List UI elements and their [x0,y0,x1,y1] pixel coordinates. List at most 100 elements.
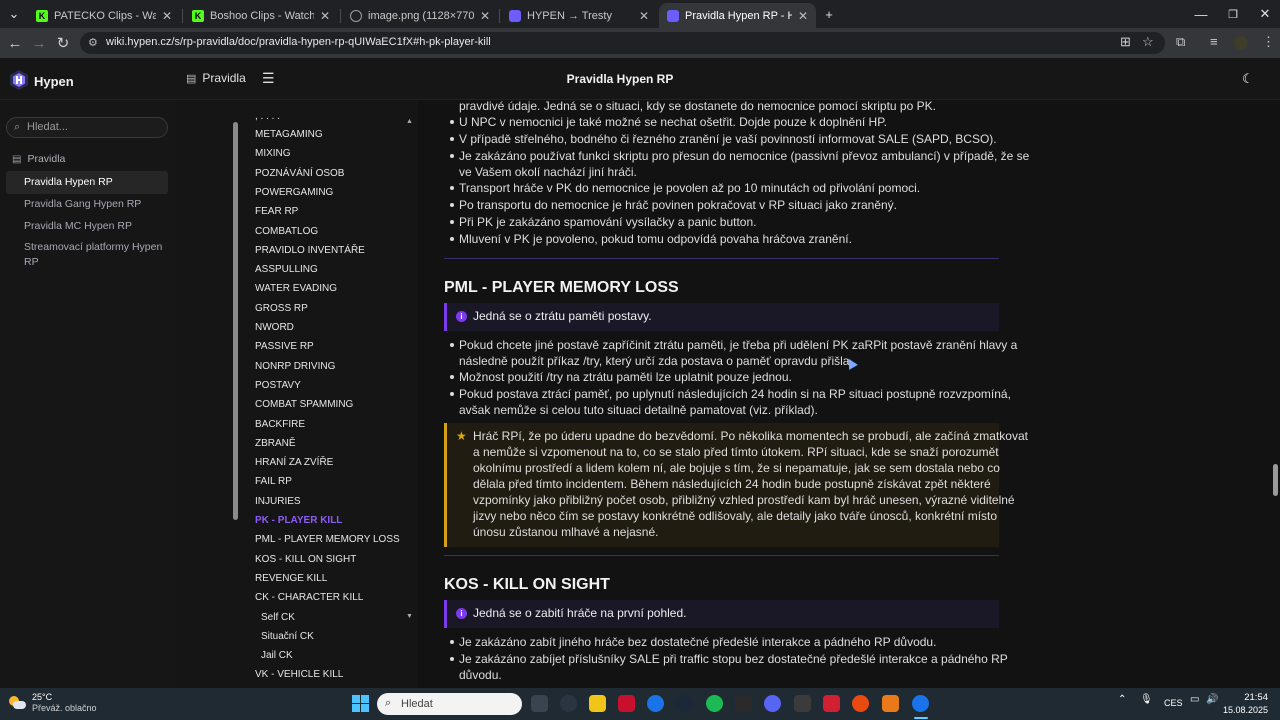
spotify-icon[interactable] [706,695,723,712]
scroll-down-icon[interactable]: ▼ [406,613,413,620]
back-button[interactable]: ← [4,33,26,53]
toc-item[interactable]: KOS - KILL ON SIGHT [255,554,356,565]
toc-item-fragment[interactable]: , . . . . [255,111,280,122]
start-button[interactable] [352,695,369,712]
toc-item[interactable]: Jail CK [261,650,293,661]
page-scrollbar-thumb[interactable] [1273,464,1278,496]
toc-item[interactable]: BACKFIRE [255,419,305,430]
app-orange-icon[interactable] [882,695,899,712]
toc-item[interactable]: ASSPULLING [255,264,318,275]
toc-item[interactable]: PRAVIDLO INVENTÁŘE [255,245,365,256]
toc-item[interactable]: NONRP DRIVING [255,361,335,372]
tab-separator [182,9,183,23]
browser-menu-icon[interactable]: ⋮ [1262,34,1275,50]
network-icon[interactable]: ▭ [1190,694,1199,705]
address-bar[interactable]: ⚙ wiki.hypen.cz/s/rp-pravidla/doc/pravid… [80,32,1165,54]
toc-item[interactable]: HRANÍ ZA ZVÍŘE [255,457,333,468]
file-explorer-icon[interactable] [589,695,606,712]
sidebar-item-pravidla-gang[interactable]: Pravidla Gang Hypen RP [6,193,168,216]
tray-chevron-icon[interactable]: ⌃ [1118,694,1126,705]
toc-item[interactable]: PASSIVE RP [255,341,314,352]
toc-item[interactable]: FAIL RP [255,476,292,487]
sidebar-item-pravidla-mc[interactable]: Pravidla MC Hypen RP [6,215,168,238]
collection-link[interactable]: ▤ Pravidla [186,71,246,85]
sidebar-root-pravidla[interactable]: ▤ Pravidla [12,153,65,165]
taskbar-search[interactable]: ⌕ Hledat [377,693,522,715]
browser-tab-boshoo[interactable]: K Boshoo Clips - Watch Live on K ✕ [184,3,338,28]
bookmark-star-icon[interactable]: ☆ [1142,34,1154,50]
extensions-icon[interactable]: ⧉ [1176,34,1185,50]
site-info-icon[interactable]: ⚙ [88,36,98,49]
profile-avatar[interactable] [1234,36,1248,50]
epic-icon[interactable] [735,695,752,712]
system-clock[interactable]: 21:54 15.08.2025 [1222,692,1268,716]
toc-item[interactable]: PML - PLAYER MEMORY LOSS [255,534,400,545]
close-tab-icon[interactable]: ✕ [798,9,808,23]
example-line: vzpomínky jako přibližný počet osob, při… [473,493,1015,507]
toc-item[interactable]: Self CK [261,612,295,623]
toc-item[interactable]: VK - VEHICLE KILL [255,669,343,680]
close-tab-icon[interactable]: ✕ [639,9,649,23]
sidebar-item-streamovaci[interactable]: Streamovací platformy Hypen RP [6,236,168,274]
chrome-icon[interactable] [647,695,664,712]
close-tab-icon[interactable]: ✕ [162,9,172,23]
browser-tab-image[interactable]: image.png (1128×770) ✕ [342,3,498,28]
minimize-button[interactable]: — [1186,4,1216,24]
translate-icon[interactable]: ⊞ [1120,34,1131,50]
toc-item[interactable]: COMBATLOG [255,226,318,237]
menu-toggle-icon[interactable]: ☰ [262,70,275,87]
toc-item[interactable]: METAGAMING [255,129,323,140]
toc-item[interactable]: MIXING [255,148,291,159]
task-view-icon[interactable] [531,695,548,712]
discord-icon[interactable] [764,695,781,712]
new-tab-button[interactable]: + [814,4,844,24]
weather-widget[interactable]: 25°C Převáž. oblačno [8,692,97,714]
steam-icon[interactable] [676,695,693,712]
app-icon[interactable] [560,695,577,712]
browser-tab-patecko[interactable]: K PATECKO Clips - Watch Live on ✕ [28,3,180,28]
app-red-icon[interactable] [823,695,840,712]
toc-scrollbar[interactable]: ▲ ▼ [406,118,414,623]
toc-item[interactable]: CK - CHARACTER KILL [255,592,363,603]
microphone-icon[interactable]: 🎙 [1140,694,1153,705]
close-window-button[interactable]: ✕ [1250,4,1280,24]
app-red-icon[interactable] [618,695,635,712]
toc-item[interactable]: FEAR RP [255,206,298,217]
browser-tab-pravidla[interactable]: Pravidla Hypen RP - Hypen ✕ [659,3,816,28]
toc-item[interactable]: INJURIES [255,496,301,507]
toc-item[interactable]: POSTAVY [255,380,301,391]
toc-scrollbar-thumb[interactable] [233,122,238,520]
volume-icon[interactable]: 🔊 [1206,694,1218,705]
tab-search-icon[interactable]: ⌄ [2,4,26,24]
toc-item[interactable]: REVENGE KILL [255,573,327,584]
reload-button[interactable]: ↻ [52,33,74,53]
toc-item[interactable]: WATER EVADING [255,283,337,294]
toc-item[interactable]: NWORD [255,322,294,333]
toc-item[interactable]: PK - PLAYER KILL [255,515,342,526]
browser-tab-tresty[interactable]: HYPEN → Tresty ✕ [501,3,657,28]
bullet [450,392,454,396]
brand-name[interactable]: Hypen [34,74,74,89]
app-icon[interactable] [794,695,811,712]
toc-item[interactable]: POWERGAMING [255,187,333,198]
restore-button[interactable]: ❐ [1218,4,1248,24]
forward-button[interactable]: → [28,33,50,53]
toc-item[interactable]: Situační CK [261,631,314,642]
toc-item[interactable]: COMBAT SPAMMING [255,399,353,410]
chrome-active-icon[interactable] [912,695,929,712]
language-indicator[interactable]: CES [1164,698,1183,708]
hypen-logo[interactable] [10,70,28,90]
dark-mode-toggle-icon[interactable]: ☾ [1242,71,1254,87]
search-input[interactable] [27,121,162,133]
kick-icon: K [36,9,48,22]
close-tab-icon[interactable]: ✕ [480,9,490,23]
scroll-up-icon[interactable]: ▲ [406,118,413,125]
toc-item[interactable]: GROSS RP [255,303,308,314]
close-tab-icon[interactable]: ✕ [320,9,330,23]
toc-item[interactable]: POZNÁVÁNÍ OSOB [255,168,344,179]
search-field[interactable]: ⌕ [6,117,168,138]
toc-item[interactable]: ZBRANĚ [255,438,296,449]
ea-icon[interactable] [852,695,869,712]
reading-list-icon[interactable]: ≡ [1210,34,1218,49]
sidebar-item-pravidla-hypen-rp[interactable]: Pravidla Hypen RP [6,171,168,194]
